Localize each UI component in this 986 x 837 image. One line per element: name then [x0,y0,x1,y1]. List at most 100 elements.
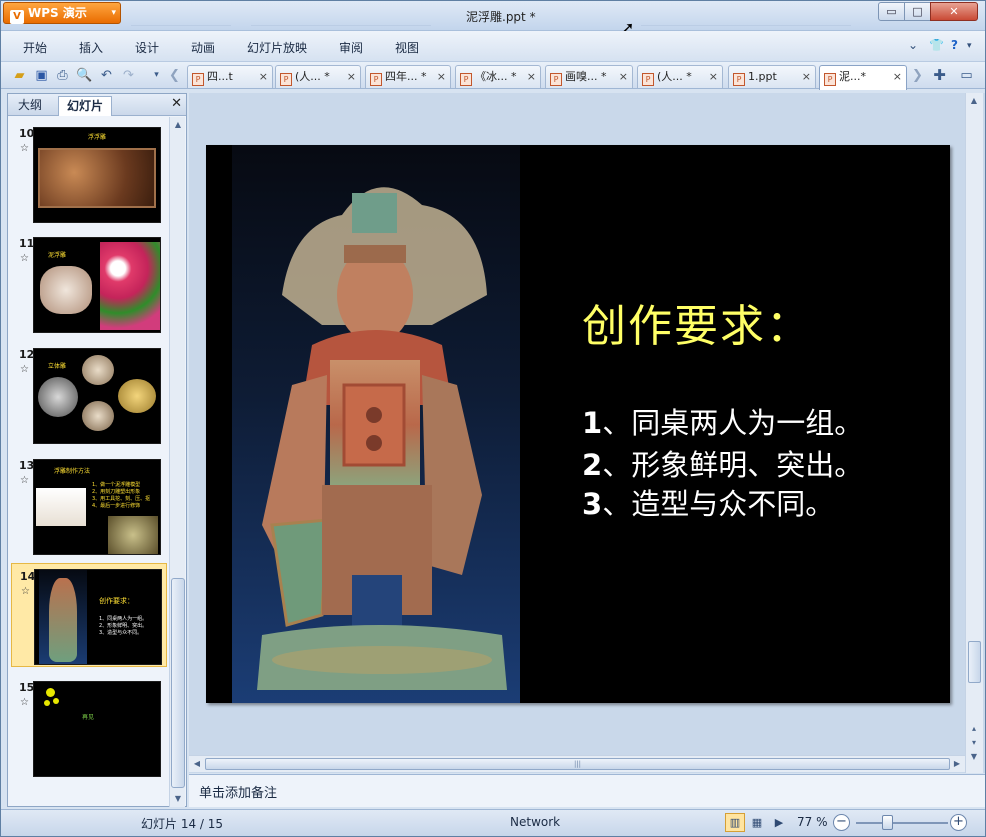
slide-bullet-1[interactable]: 1、同桌两人为一组。 [582,400,863,442]
ppt-file-icon: P [370,73,382,86]
slide-thumbnail-15[interactable]: 15 ☆ 再见 [11,675,167,777]
slide-bullet-2[interactable]: 2、形象鲜明、突出。 [582,442,863,484]
zoom-in-icon[interactable]: + [950,814,967,831]
doc-tab-1[interactable]: P 四...t × [187,65,273,88]
slide-bullet-3[interactable]: 3、造型与众不同。 [582,481,834,523]
open-folder-icon[interactable]: ▰ [11,67,28,84]
editor-horizontal-scrollbar[interactable]: ◀ ||| ▶ [189,755,965,772]
menu-insert[interactable]: 插入 [79,39,103,56]
help-dropdown-icon[interactable]: ▾ [967,41,972,51]
thumb-title: 再见 [82,714,95,721]
slide-preview: 浮浮雕 [33,127,161,223]
zoom-level[interactable]: 77 % [797,815,828,829]
thumb-title: 立体雕 [48,363,67,370]
new-tab-plus-icon[interactable]: ✚ [931,67,948,84]
tab-slides[interactable]: 幻灯片 [58,96,113,116]
yellow-dot [53,698,59,704]
menu-animation[interactable]: 动画 [191,39,215,56]
scroll-right-icon[interactable]: ▶ [949,756,965,771]
doc-tab-active[interactable]: P 泥...* × [819,65,907,90]
status-bar: 幻灯片 14 / 15 Network ▥ ▦ ▶ 77 % − + [1,809,985,836]
scrollbar-thumb[interactable]: ||| [205,758,950,770]
tab-close-icon[interactable]: × [709,66,718,87]
ppt-file-icon: P [460,73,472,86]
tab-scroll-right-icon[interactable]: ❯ [909,67,926,84]
slide-preview: 浮雕制作方法 1、做一个泥浮雕模型 2、用刻刀雕塑出形象 3、用工具挖、刻、压、… [33,459,161,555]
tab-close-icon[interactable]: × [437,66,446,87]
slide-thumbnail-14[interactable]: 14 ☆ 创作要求： 1、同桌两人为一组。 2、形象鲜明、突出。 3、造型与众不… [11,563,167,667]
menu-slideshow[interactable]: 幻灯片放映 [247,39,307,56]
round-relief-photo [118,379,156,413]
slide-title[interactable]: 创作要求： [582,290,812,354]
menu-view[interactable]: 视图 [395,39,419,56]
skin-shirt-icon[interactable]: 👕 [929,38,944,52]
tab-outline[interactable]: 大纲 [10,96,50,116]
zoom-slider[interactable] [856,822,948,824]
slide-thumbnail-12[interactable]: 12 ☆ 立体雕 [11,342,167,444]
normal-view-icon[interactable]: ▥ [725,813,745,832]
background-window-ghost [131,6,231,26]
notes-pane[interactable]: 单击添加备注 [189,774,985,807]
current-slide[interactable]: 创作要求： 1、同桌两人为一组。 2、形象鲜明、突出。 3、造型与众不同。 [206,145,950,703]
tab-close-icon[interactable]: × [619,66,628,87]
thumb-line: 3、造型与众不同。 [99,630,143,636]
slide-thumbnail-10[interactable]: 10 ☆ 浮浮雕 [11,121,167,223]
ppt-file-icon: P [192,73,204,86]
slide-thumbnail-list: 10 ☆ 浮浮雕 11 ☆ 泥浮雕 12 ☆ 立体雕 13 ☆ 浮雕制作方法 1… [8,117,168,807]
pane-close-icon[interactable]: ✕ [171,96,182,111]
doc-tab-2[interactable]: P (人... * × [275,65,361,88]
title-bar: V WPS 演示 ▾ 泥浮雕.ppt * ➚ ▭ □ ✕ [1,1,985,37]
tab-close-icon[interactable]: × [893,66,902,87]
redo-icon[interactable]: ↷ [120,67,137,84]
round-relief-photo [82,401,114,431]
scroll-down-icon[interactable]: ▼ [170,791,186,807]
menu-start[interactable]: 开始 [23,39,47,56]
scroll-up-icon[interactable]: ▲ [966,93,982,109]
background-window-ghost [251,6,431,26]
print-icon[interactable]: ⎙ [54,67,71,84]
editor-vertical-scrollbar[interactable]: ▲ ▴ ▾ ▼ [965,93,983,773]
doc-tab-label: (人... * [657,70,692,83]
minimize-button[interactable]: ▭ [878,2,905,21]
zoom-slider-knob[interactable] [882,815,893,830]
zoom-out-icon[interactable]: − [833,814,850,831]
doc-tab-3[interactable]: P 四年... * × [365,65,451,88]
undo-icon[interactable]: ↶ [98,67,115,84]
doc-tab-5[interactable]: P 画嗅... * × [545,65,633,88]
menu-review[interactable]: 审阅 [339,39,363,56]
help-icon[interactable]: ? [951,38,958,52]
doc-tab-6[interactable]: P (人... * × [637,65,723,88]
tab-close-icon[interactable]: × [802,66,811,87]
scroll-up-icon[interactable]: ▲ [170,117,186,133]
scrollbar-thumb[interactable] [968,641,981,683]
maximize-button[interactable]: □ [904,2,931,21]
close-button[interactable]: ✕ [930,2,978,21]
bullet-text: 、形象鲜明、突出。 [602,448,864,482]
scrollbar-thumb[interactable] [171,578,185,788]
ribbon-collapse-icon[interactable]: ⌄ [908,38,918,52]
tab-close-icon[interactable]: × [259,66,268,87]
slide-sorter-view-icon[interactable]: ▦ [747,813,767,832]
save-icon[interactable]: ▣ [33,67,50,84]
menu-bar: 开始 插入 设计 动画 幻灯片放映 审阅 视图 ⌄ 👕 ? ▾ [1,31,985,61]
menu-design[interactable]: 设计 [135,39,159,56]
tab-close-icon[interactable]: × [347,66,356,87]
ppt-file-icon: P [280,73,292,86]
thumb-line: 2、用刻刀雕塑出形象 [92,489,141,495]
app-menu-button[interactable]: V WPS 演示 ▾ [3,2,121,24]
scroll-left-icon[interactable]: ◀ [189,756,205,771]
toolbar-dropdown-icon[interactable]: ▾ [148,67,165,84]
doc-tab-7[interactable]: P 1.ppt × [728,65,816,88]
yellow-dot [46,688,55,697]
network-status: Network [510,815,561,829]
slides-pane-scrollbar[interactable]: ▲ ▼ [169,117,185,807]
tab-close-icon[interactable]: × [527,66,536,87]
slide-thumbnail-13[interactable]: 13 ☆ 浮雕制作方法 1、做一个泥浮雕模型 2、用刻刀雕塑出形象 3、用工具挖… [11,453,167,555]
scroll-down-icon[interactable]: ▼ [966,749,982,765]
print-preview-icon[interactable]: 🔍 [76,67,93,84]
slide-thumbnail-11[interactable]: 11 ☆ 泥浮雕 [11,231,167,333]
slideshow-view-icon[interactable]: ▶ [769,813,789,832]
tab-scroll-left-icon[interactable]: ❮ [166,67,183,84]
doc-tab-4[interactable]: P 《冰... * × [455,65,541,88]
tab-list-icon[interactable]: ▭ [958,67,975,84]
